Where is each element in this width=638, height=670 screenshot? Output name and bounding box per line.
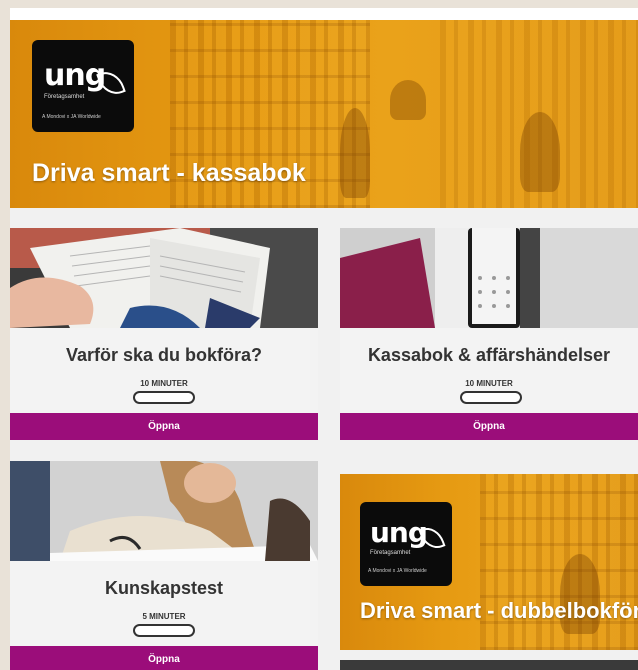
course-title: Driva smart - dubbelbokföring [360, 598, 638, 623]
student-writing-photo [10, 461, 318, 561]
module-card-kunskapstest: Kunskapstest 5 MINUTER Öppna [10, 461, 318, 670]
open-book-photo [10, 228, 318, 328]
course-list: ung Företagsamhet A Mondovi x JA Worldwi… [10, 8, 638, 670]
open-button[interactable]: Öppna [340, 413, 638, 440]
module-duration: 5 MINUTER [142, 612, 186, 621]
logo-tagline: Företagsamhet [370, 550, 411, 556]
course-hero-kassabok[interactable]: ung Företagsamhet A Mondovi x JA Worldwi… [10, 20, 638, 208]
feather-icon [96, 67, 126, 99]
ung-logo: ung Företagsamhet A Mondovi x JA Worldwi… [360, 502, 452, 586]
module-image [10, 461, 318, 561]
module-card-varfor: Varför ska du bokföra? 10 MINUTER Öppna [10, 228, 318, 440]
hero-background [340, 108, 370, 198]
module-image [10, 228, 318, 328]
course-title: Driva smart - kassabok [32, 159, 306, 187]
open-button[interactable]: Öppna [10, 646, 318, 670]
module-image [340, 228, 638, 328]
ung-logo: ung Företagsamhet A Mondovi x JA Worldwi… [32, 40, 134, 132]
module-card-kassabok: Kassabok & affärshändelser 10 MINUTER Öp… [340, 228, 638, 440]
progress-indicator [460, 391, 522, 404]
progress-indicator [133, 624, 195, 637]
open-button[interactable]: Öppna [10, 413, 318, 440]
module-title: Kunskapstest [104, 578, 224, 598]
module-title: Kassabok & affärshändelser [367, 345, 611, 365]
module-card-partial [340, 660, 638, 670]
hero-background [390, 80, 426, 120]
module-duration: 10 MINUTER [140, 379, 188, 388]
calculator-photo [340, 228, 638, 328]
module-duration: 10 MINUTER [465, 379, 513, 388]
logo-subline: A Mondovi x JA Worldwide [368, 568, 427, 574]
course-hero-dubbelbokforing[interactable]: ung Företagsamhet A Mondovi x JA Worldwi… [340, 474, 638, 650]
progress-indicator [133, 391, 195, 404]
logo-subline: A Mondovi x JA Worldwide [42, 114, 101, 120]
logo-tagline: Företagsamhet [44, 94, 85, 100]
hero-background [520, 112, 560, 192]
top-strip [10, 8, 638, 20]
module-title: Varför ska du bokföra? [65, 345, 263, 365]
